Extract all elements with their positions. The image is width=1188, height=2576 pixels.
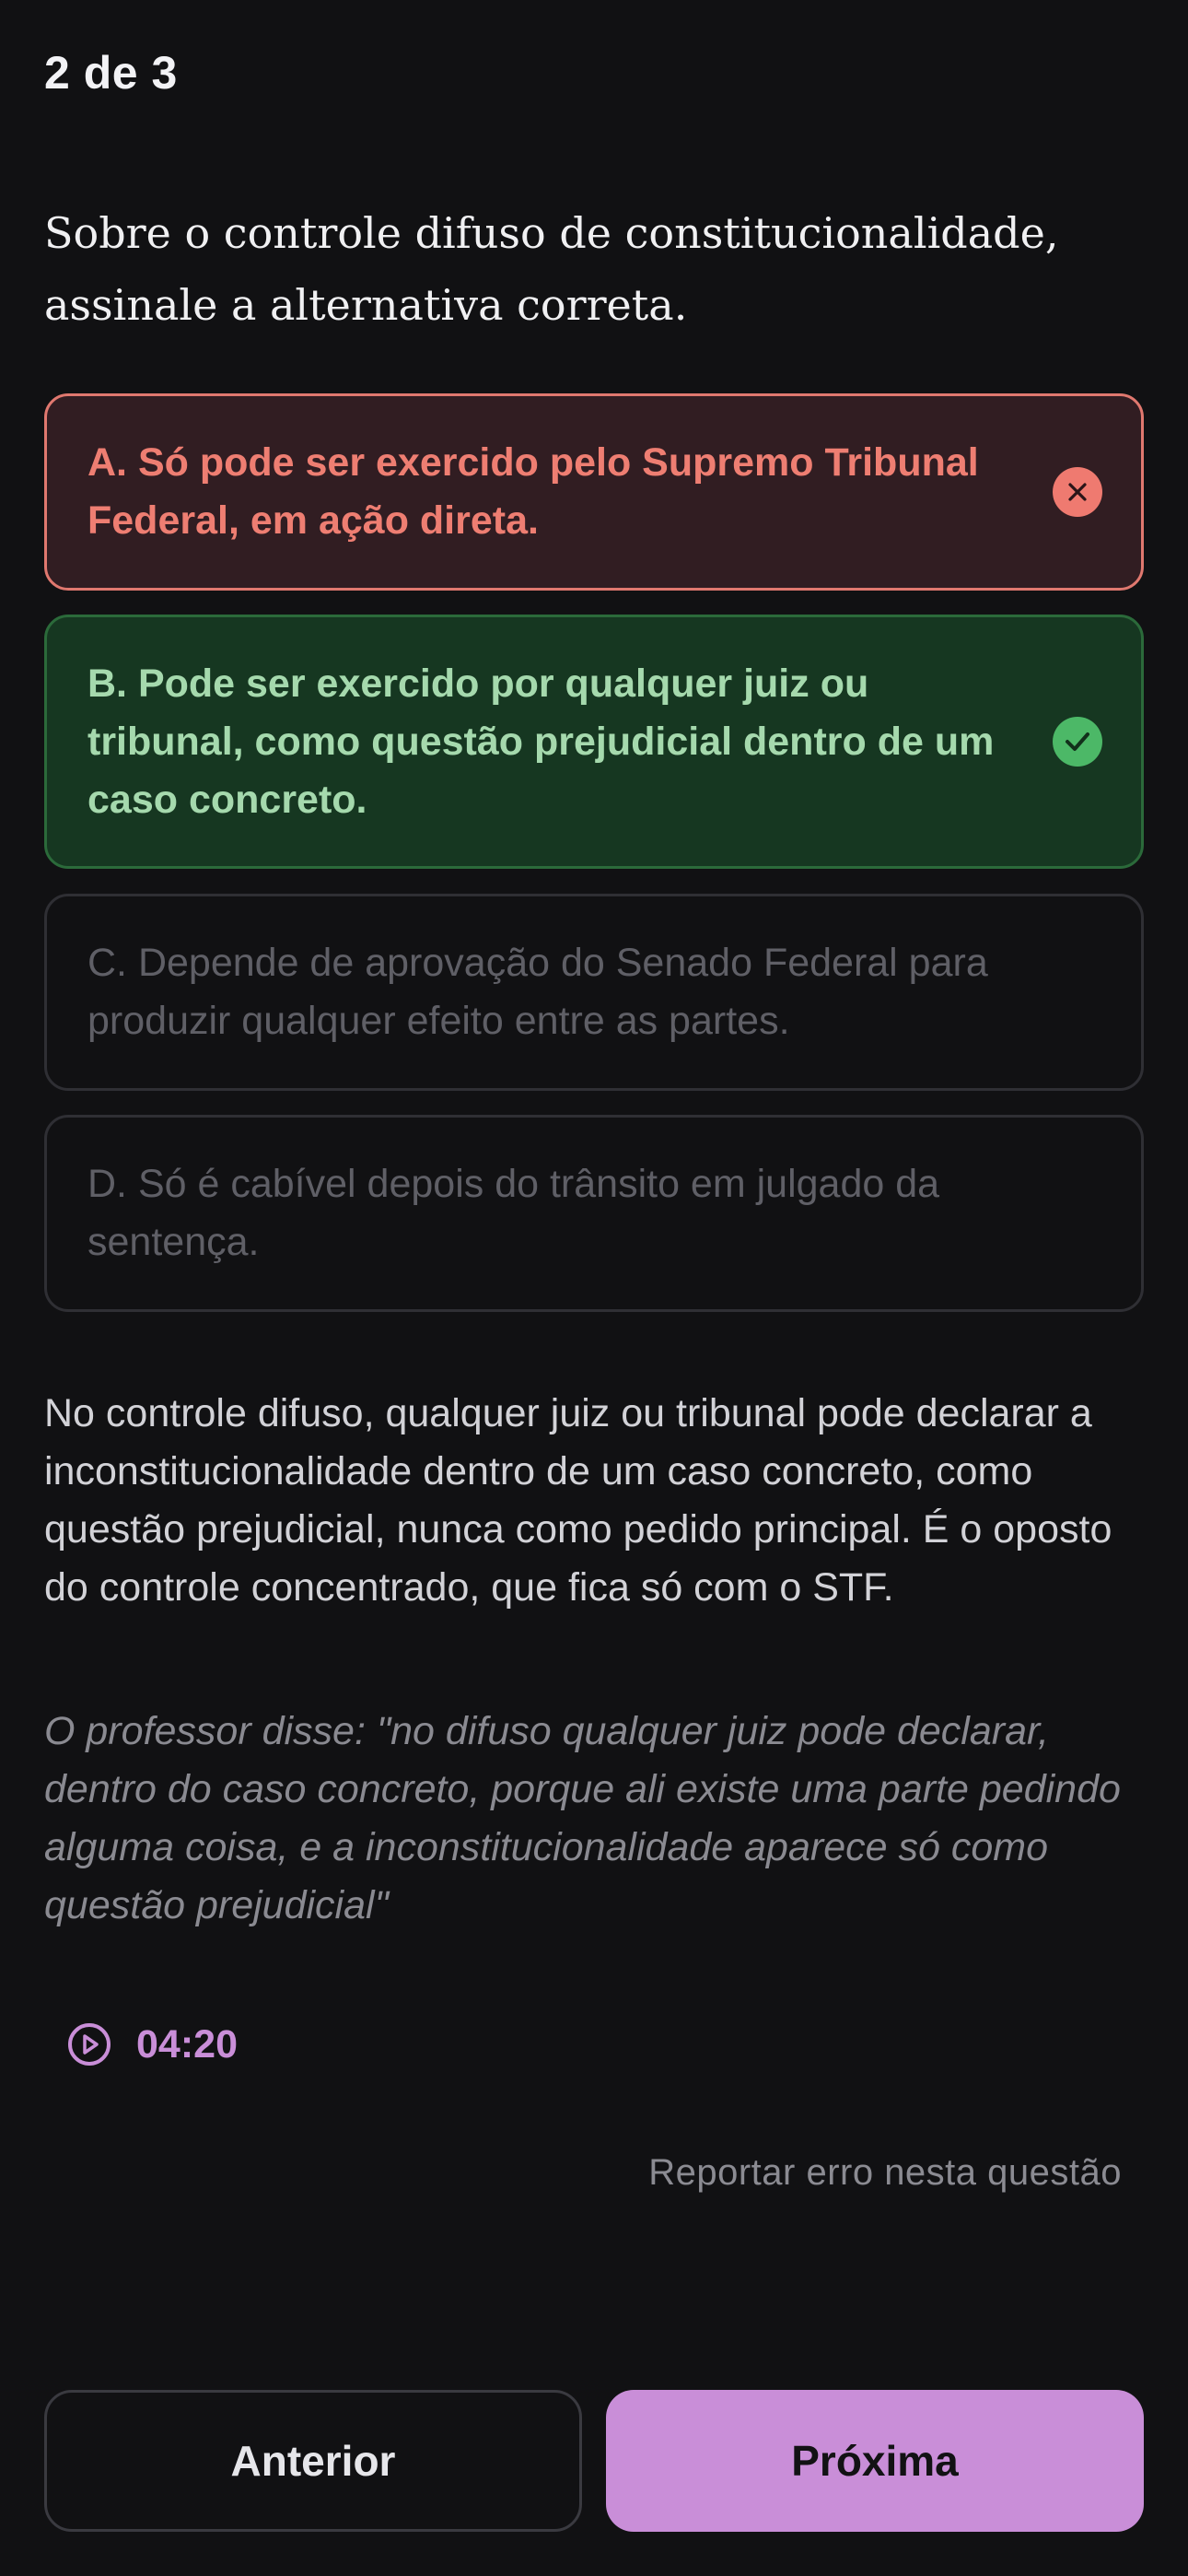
check-circle-icon <box>1053 717 1102 767</box>
question-counter: 2 de 3 <box>44 47 178 99</box>
previous-button[interactable]: Anterior <box>44 2390 582 2532</box>
option-a-label: A. Só pode ser exercido pelo Supremo Tri… <box>87 440 979 543</box>
option-d-label: D. Só é cabível depois do trânsito em ju… <box>87 1162 940 1264</box>
x-circle-icon <box>1053 467 1102 517</box>
timestamp-label: 04:20 <box>136 2021 238 2067</box>
play-circle-icon <box>68 2023 111 2066</box>
professor-quote: O professor disse: "no difuso qualquer j… <box>44 1709 1121 1927</box>
option-c[interactable]: C. Depende de aprovação do Senado Federa… <box>44 894 1144 1091</box>
report-error-link[interactable]: Reportar erro nesta questão <box>648 2152 1122 2194</box>
option-b-label: B. Pode ser exercido por qualquer juiz o… <box>87 661 995 822</box>
option-d[interactable]: D. Só é cabível depois do trânsito em ju… <box>44 1115 1144 1312</box>
option-c-label: C. Depende de aprovação do Senado Federa… <box>87 941 988 1043</box>
next-button[interactable]: Próxima <box>606 2390 1144 2532</box>
option-a[interactable]: A. Só pode ser exercido pelo Supremo Tri… <box>44 393 1144 591</box>
question-text: Sobre o controle difuso de constituciona… <box>44 208 1059 330</box>
option-b[interactable]: B. Pode ser exercido por qualquer juiz o… <box>44 615 1144 869</box>
explanation-text: No controle difuso, qualquer juiz ou tri… <box>44 1391 1112 1610</box>
video-timestamp-link[interactable]: 04:20 <box>66 2021 238 2067</box>
